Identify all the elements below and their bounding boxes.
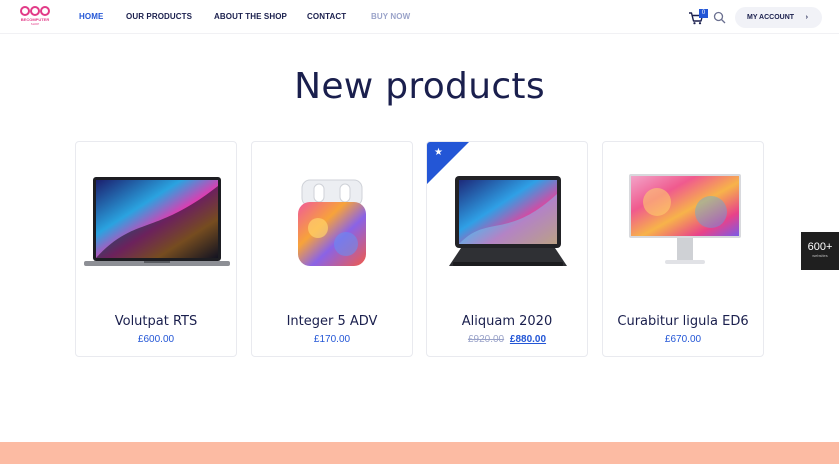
nav-home[interactable]: HOME: [79, 12, 103, 21]
websites-count: 600+: [807, 241, 833, 253]
product-card[interactable]: Curabitur ligula ED6 £670.00: [602, 141, 764, 357]
product-name[interactable]: Integer 5 ADV: [252, 314, 412, 329]
my-account-label: MY ACCOUNT: [747, 14, 795, 21]
nav-buy-now[interactable]: BUY NOW: [371, 12, 410, 21]
chevron-right-icon: ›: [805, 14, 808, 21]
section-title: New products: [294, 66, 545, 107]
nav-contact[interactable]: CONTACT: [307, 12, 346, 21]
websites-caption: websites: [812, 253, 828, 258]
product-price-group: £920.00 £880.00: [427, 334, 587, 345]
site-logo[interactable]: BECOMPUTER SHOP: [18, 5, 52, 29]
footer-band: [0, 442, 839, 464]
product-old-price: £920.00: [467, 334, 505, 345]
nav-about-the-shop[interactable]: ABOUT THE SHOP: [214, 12, 287, 21]
nav-our-products[interactable]: OUR PRODUCTS: [126, 12, 192, 21]
earbuds-case-image[interactable]: [296, 178, 368, 270]
product-price: £670.00: [664, 334, 702, 345]
product-name[interactable]: Aliquam 2020: [427, 314, 587, 329]
product-card[interactable]: Volutpat RTS £600.00: [75, 141, 237, 357]
product-card[interactable]: Integer 5 ADV £170.00: [251, 141, 413, 357]
product-price: £170.00: [313, 334, 351, 345]
product-name[interactable]: Curabitur ligula ED6: [603, 314, 763, 329]
cart-count-badge: 0: [699, 9, 708, 18]
my-account-button[interactable]: MY ACCOUNT ›: [735, 7, 822, 28]
tablet-keyboard-image[interactable]: [447, 174, 569, 270]
product-price: £600.00: [137, 334, 175, 345]
logo-icon: [20, 6, 50, 16]
product-sale-price: £880.00: [509, 334, 547, 345]
product-name[interactable]: Volutpat RTS: [76, 314, 236, 329]
site-header: BECOMPUTER SHOP HOME OUR PRODUCTS ABOUT …: [0, 0, 839, 34]
laptop-image[interactable]: [84, 176, 230, 270]
search-icon[interactable]: [713, 11, 726, 24]
star-icon: ★: [434, 147, 443, 158]
monitor-image[interactable]: [627, 172, 743, 268]
logo-subtext: SHOP: [30, 22, 40, 26]
product-card[interactable]: ★ Aliquam 2020 £920.00 £880.00: [426, 141, 588, 357]
websites-count-widget[interactable]: 600+ websites: [801, 232, 839, 270]
